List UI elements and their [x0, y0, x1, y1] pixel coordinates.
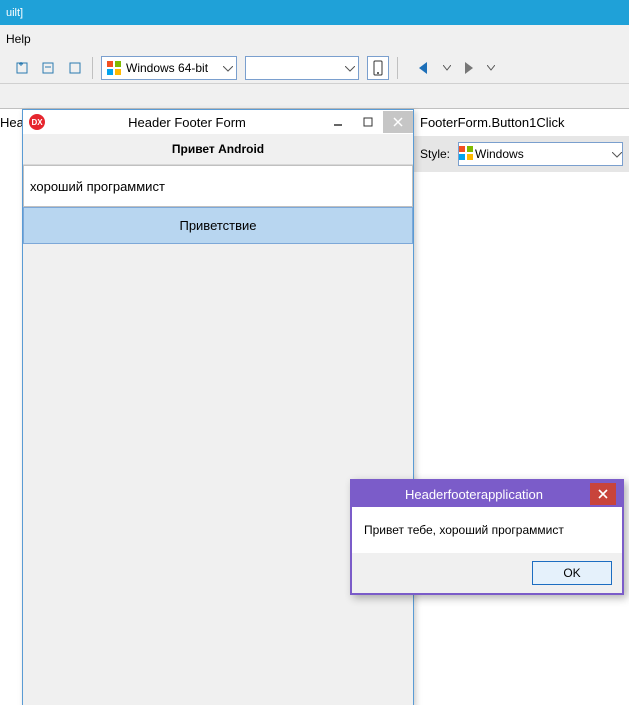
header-footer-form-window: DX Header Footer Form Привет Android хор…	[22, 109, 414, 705]
nav-back-button[interactable]	[416, 59, 434, 77]
ide-titlebar-text: uilt]	[6, 7, 23, 19]
minimize-button[interactable]	[323, 111, 353, 133]
nav-group	[416, 59, 500, 77]
dialog-titlebar[interactable]: Headerfooterapplication	[352, 481, 622, 507]
windows-icon	[459, 146, 473, 163]
nav-forward-button[interactable]	[460, 59, 478, 77]
dialog-ok-label: OK	[563, 566, 580, 580]
window-title: Header Footer Form	[51, 115, 323, 130]
name-input[interactable]: хороший программист	[23, 165, 413, 207]
dialog-close-button[interactable]	[590, 483, 616, 505]
mobile-device-button[interactable]	[367, 56, 389, 80]
dialog-ok-button[interactable]: OK	[532, 561, 612, 585]
style-label: Style:	[420, 147, 450, 161]
toolbar: Windows 64-bit	[0, 53, 629, 84]
toolbar-btn-3[interactable]	[66, 59, 84, 77]
dialog-footer: OK	[352, 553, 622, 593]
ide-titlebar-fragment: uilt]	[0, 0, 629, 25]
dialog-title: Headerfooterapplication	[358, 487, 590, 502]
message-dialog: Headerfooterapplication Привет тебе, хор…	[350, 479, 624, 595]
style-value: Windows	[473, 147, 612, 161]
toolbar-separator	[92, 57, 93, 79]
menu-bar: Help	[0, 25, 629, 53]
windows-icon	[106, 60, 122, 76]
menu-help[interactable]: Help	[6, 32, 31, 46]
nav-back-menu[interactable]	[438, 59, 456, 77]
tab-strip	[0, 84, 629, 109]
chevron-down-icon[interactable]	[342, 61, 358, 75]
style-row: Style: Windows	[414, 136, 629, 172]
form-header-label: Привет Android	[23, 134, 413, 165]
target-platform-label: Windows 64-bit	[126, 61, 220, 75]
chevron-down-icon[interactable]	[220, 61, 236, 75]
style-dropdown[interactable]: Windows	[458, 142, 623, 166]
window-titlebar[interactable]: DX Header Footer Form	[23, 110, 413, 134]
dialog-message: Привет тебе, хороший программист	[352, 507, 622, 553]
name-input-value: хороший программист	[30, 179, 165, 194]
chevron-down-icon[interactable]	[612, 147, 622, 161]
greet-button[interactable]: Приветствие	[23, 207, 413, 244]
greet-button-label: Приветствие	[179, 218, 256, 233]
toolbar-btn-2[interactable]	[40, 59, 58, 77]
right-panel: FooterForm.Button1Click Style: Windows	[414, 109, 629, 172]
toolbar-btn-1[interactable]	[14, 59, 32, 77]
maximize-button[interactable]	[353, 111, 383, 133]
workspace: Hea FooterForm.Button1Click Style: Windo…	[0, 109, 629, 705]
close-button[interactable]	[383, 111, 413, 133]
device-dropdown[interactable]	[245, 56, 359, 80]
toolbar-separator	[397, 57, 398, 79]
app-icon-text: DX	[31, 118, 42, 127]
target-platform-dropdown[interactable]: Windows 64-bit	[101, 56, 237, 80]
left-panel-cut-text: Hea	[0, 115, 24, 130]
app-icon: DX	[29, 114, 45, 130]
form-body	[23, 244, 413, 705]
code-breadcrumb[interactable]: FooterForm.Button1Click	[414, 109, 629, 136]
nav-forward-menu[interactable]	[482, 59, 500, 77]
